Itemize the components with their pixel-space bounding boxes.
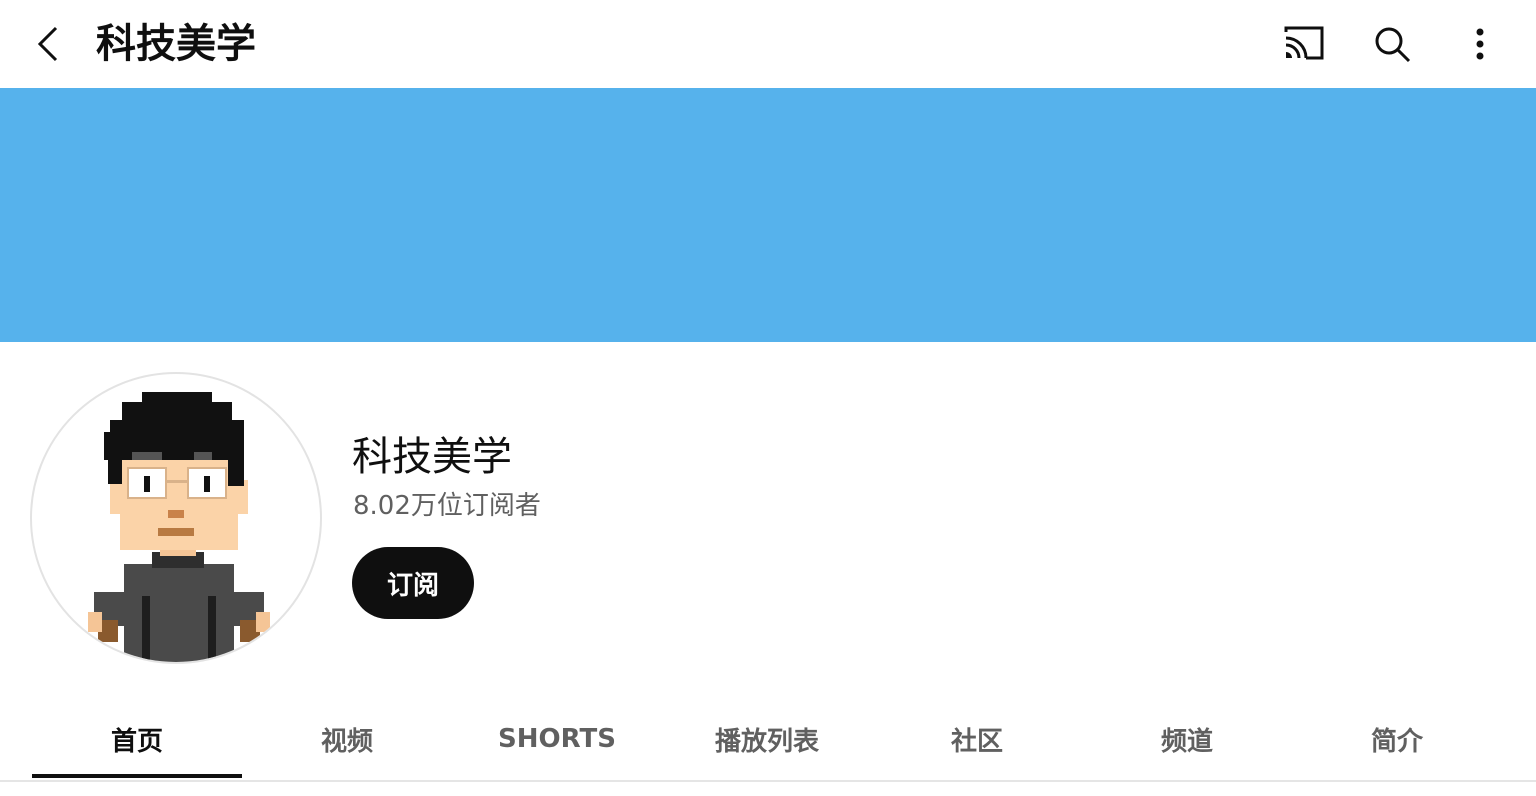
channel-avatar[interactable] [30,372,322,664]
back-button[interactable] [24,20,72,68]
tab-about[interactable]: 简介 [1292,696,1502,782]
chevron-left-icon [37,26,58,62]
page-title: 科技美学 [96,21,256,67]
cast-button[interactable] [1280,20,1328,68]
tab-videos[interactable]: 视频 [242,696,452,782]
subscribe-button[interactable]: 订阅 [352,547,474,619]
search-button[interactable] [1368,20,1416,68]
more-vert-icon [1476,28,1484,60]
search-icon [1375,27,1411,63]
channel-tabs: 首页 视频 SHORTS 播放列表 社区 频道 简介 [32,696,1504,782]
channel-banner [0,88,1536,342]
tab-shorts[interactable]: SHORTS [452,696,662,782]
tabs-divider [0,780,1536,782]
tab-community[interactable]: 社区 [872,696,1082,782]
more-options-button[interactable] [1456,20,1504,68]
tab-home[interactable]: 首页 [32,696,242,782]
cast-icon [1284,26,1324,60]
tab-channels[interactable]: 频道 [1082,696,1292,782]
channel-name: 科技美学 [352,434,512,480]
subscriber-count: 8.02万位订阅者 [353,491,541,521]
top-app-bar: 科技美学 [0,0,1536,88]
tab-playlists[interactable]: 播放列表 [662,696,872,782]
pixel-avatar-image [88,392,270,662]
